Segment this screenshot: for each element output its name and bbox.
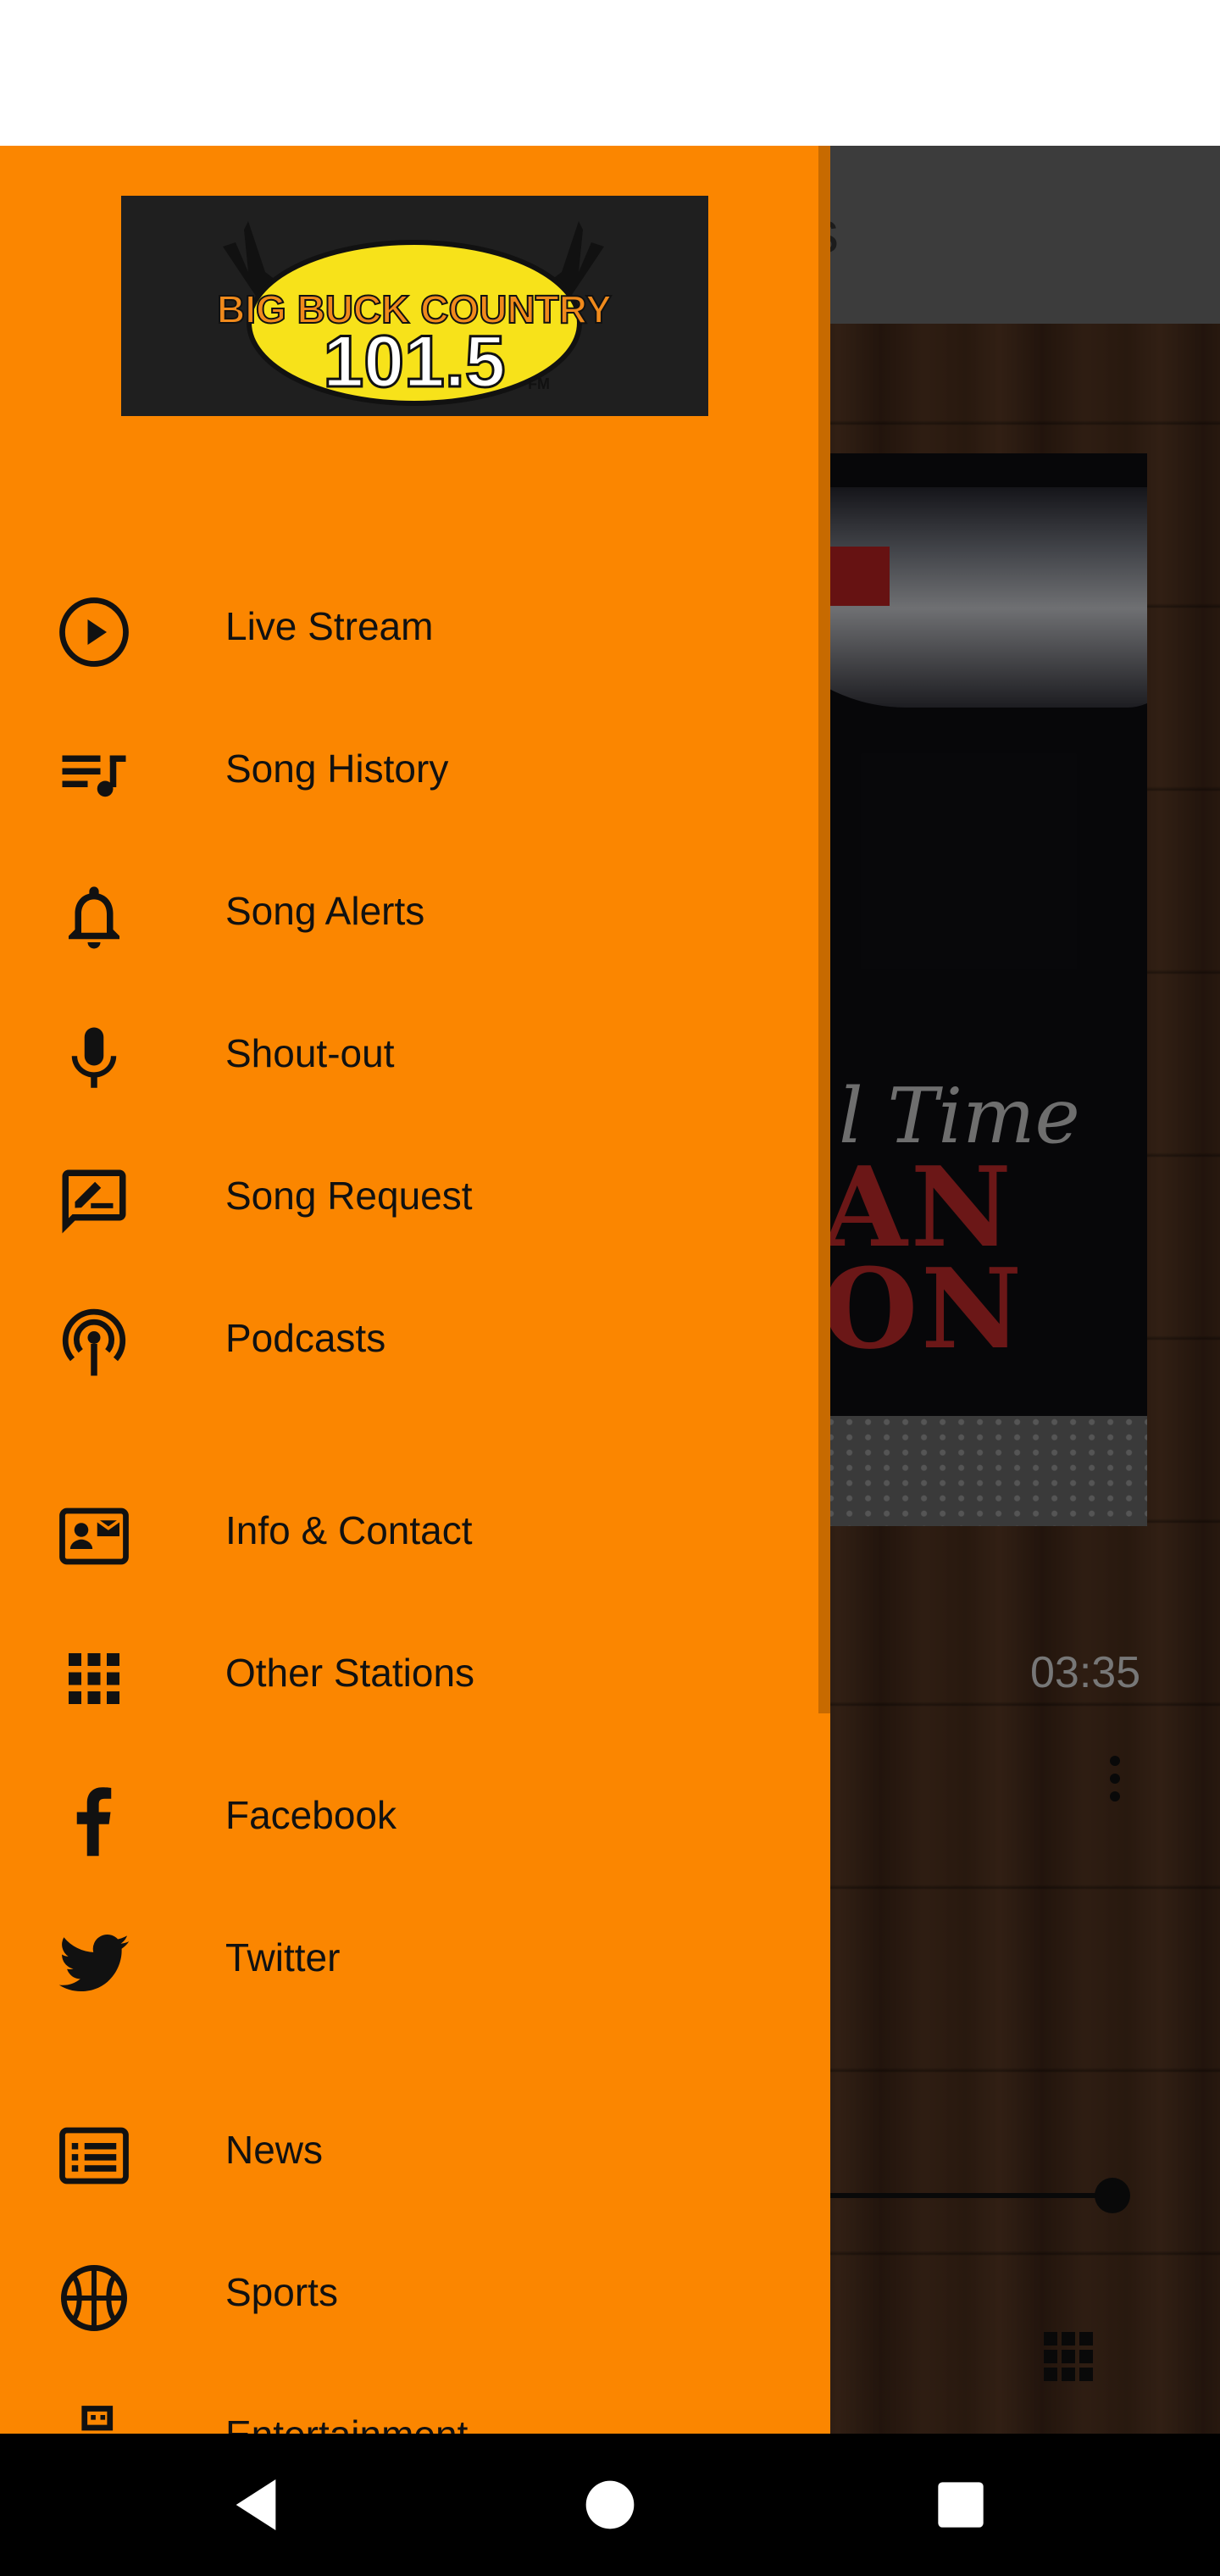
drawer-item-podcasts[interactable]: Podcasts — [0, 1278, 818, 1405]
basketball-icon — [61, 2265, 127, 2331]
drawer-item-other-stations[interactable]: Other Stations — [0, 1613, 818, 1740]
station-logo: BIG BUCK COUNTRY 101.5 FM — [121, 196, 708, 416]
drawer-scrollbar[interactable] — [818, 146, 830, 1713]
drawer-item-label: Twitter — [225, 1935, 341, 1979]
logo-suffix: FM — [528, 375, 550, 392]
bell-icon — [69, 886, 119, 949]
status-bar — [0, 0, 1220, 146]
facebook-icon — [76, 1787, 112, 1857]
navigation-drawer: BIG BUCK COUNTRY 101.5 FM Live Stream So… — [0, 146, 830, 2434]
drawer-item-live-stream[interactable]: Live Stream — [0, 566, 818, 693]
drawer-item-song-alerts[interactable]: Song Alerts — [0, 851, 818, 978]
drawer-item-label: Song History — [225, 747, 449, 791]
twitter-icon — [58, 1934, 130, 1991]
entertainment-icon — [81, 2406, 114, 2431]
drawer-item-shout-out[interactable]: Shout-out — [0, 993, 818, 1120]
drawer-item-label: Info & Contact — [225, 1508, 473, 1552]
queue-music-icon — [62, 755, 126, 797]
drawer-item-label: Sports — [225, 2270, 338, 2314]
drawer-item-label: Live Stream — [225, 604, 434, 648]
play-circle-icon — [59, 597, 129, 667]
home-icon[interactable] — [576, 2471, 644, 2539]
drawer-item-news[interactable]: News — [0, 2090, 818, 2217]
apps-grid-icon — [69, 1653, 119, 1704]
drawer-item-label: Song Alerts — [225, 889, 425, 933]
contact-card-icon — [59, 1507, 129, 1565]
drawer-item-label: Song Request — [225, 1174, 473, 1218]
drawer-item-entertainment[interactable]: Entertainment — [0, 2374, 818, 2434]
news-icon — [59, 2127, 129, 2185]
system-nav-bar — [0, 2434, 1220, 2576]
drawer-item-twitter[interactable]: Twitter — [0, 1897, 818, 2024]
drawer-item-sports[interactable]: Sports — [0, 2232, 818, 2359]
microphone-icon — [71, 1027, 117, 1088]
recents-icon[interactable] — [927, 2471, 995, 2539]
podcast-icon — [62, 1308, 126, 1376]
drawer-item-label: News — [225, 2128, 324, 2172]
drawer-item-label: Other Stations — [225, 1651, 475, 1695]
back-icon[interactable] — [222, 2471, 290, 2539]
drawer-item-info-contact[interactable]: Info & Contact — [0, 1470, 818, 1597]
drawer-item-label: Podcasts — [225, 1316, 386, 1360]
logo-line2: 101.5 — [323, 321, 505, 402]
drawer-item-facebook[interactable]: Facebook — [0, 1755, 818, 1882]
drawer-item-song-request[interactable]: Song Request — [0, 1135, 818, 1263]
drawer-item-label: Facebook — [225, 1793, 397, 1837]
drawer-item-label: Entertainment — [225, 2412, 468, 2434]
drawer-item-song-history[interactable]: Song History — [0, 708, 818, 836]
drawer-item-label: Shout-out — [225, 1031, 395, 1075]
rate-review-icon — [62, 1169, 126, 1234]
